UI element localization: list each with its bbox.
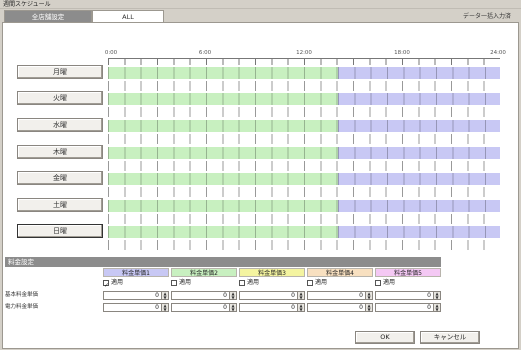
- day-button-saturday[interactable]: 土曜: [17, 198, 103, 212]
- rate-field[interactable]: 0 ▲ ▼: [375, 303, 441, 312]
- checkbox-icon: [239, 279, 245, 286]
- field-value: 0: [223, 292, 227, 299]
- schedule-bar-monday-2[interactable]: [338, 67, 500, 79]
- day-button-tuesday[interactable]: 火曜: [17, 91, 103, 105]
- grid-row: [108, 161, 500, 171]
- schedule-bar-tuesday-1[interactable]: [108, 93, 338, 105]
- tab-bar: 全店舗設定 ALL: [4, 10, 164, 22]
- rate-apply-checkbox-2[interactable]: 適用: [171, 278, 191, 287]
- field-value: 0: [291, 292, 295, 299]
- field-value: 0: [427, 292, 431, 299]
- rate-field[interactable]: 0 ▲ ▼: [375, 291, 441, 300]
- rate-apply-checkbox-1[interactable]: ✓ 適用: [103, 278, 124, 289]
- rate-field[interactable]: 0 ▲ ▼: [239, 291, 305, 300]
- ok-button[interactable]: OK: [355, 331, 415, 344]
- spin-arrows-icon[interactable]: ▲ ▼: [161, 292, 168, 299]
- checkbox-label: 適用: [179, 279, 192, 286]
- schedule-bar-thursday-1[interactable]: [108, 147, 338, 159]
- day-button-monday[interactable]: 月曜: [17, 65, 103, 79]
- rate-row-label-2: 電力料金単価: [5, 304, 39, 310]
- field-value: 0: [155, 304, 159, 311]
- grid-row: [108, 81, 500, 91]
- schedule-bar-monday-1[interactable]: [108, 67, 338, 79]
- time-ruler-labels: 0:00 6:00 12:00 18:00 24:00: [0, 50, 521, 58]
- grid-row: [108, 134, 500, 144]
- schedule-bar-sunday-1[interactable]: [108, 226, 338, 238]
- rate-column-header-5: 料金単価5: [375, 268, 441, 277]
- ruler-label: 0:00: [104, 50, 118, 56]
- rate-apply-checkbox-3[interactable]: 適用: [239, 278, 259, 287]
- grid-row: [108, 107, 500, 117]
- rate-column-header-2: 料金単価2: [171, 268, 237, 277]
- schedule-bar-tuesday-2[interactable]: [338, 93, 500, 105]
- schedule-bar-friday-1[interactable]: [108, 173, 338, 185]
- schedule-bar-saturday-2[interactable]: [338, 200, 500, 212]
- rate-field[interactable]: 0 ▲ ▼: [171, 303, 237, 312]
- schedule-bar-wednesday-2[interactable]: [338, 120, 500, 132]
- field-value: 0: [427, 304, 431, 311]
- field-value: 0: [359, 292, 363, 299]
- rate-column-header-4: 料金単価4: [307, 268, 373, 277]
- tab-all[interactable]: ALL: [92, 10, 164, 22]
- rate-column-header-1: 料金単価1: [103, 268, 169, 277]
- rate-field[interactable]: 0 ▲ ▼: [307, 291, 373, 300]
- spin-arrows-icon[interactable]: ▲ ▼: [161, 304, 168, 311]
- grid-row: [108, 187, 500, 197]
- schedule-bar-friday-2[interactable]: [338, 173, 500, 185]
- rate-field[interactable]: 0 ▲ ▼: [103, 303, 169, 312]
- spin-arrows-icon[interactable]: ▲ ▼: [433, 292, 440, 299]
- checkbox-checked-icon: ✓: [103, 279, 110, 289]
- spin-arrows-icon[interactable]: ▲ ▼: [365, 304, 372, 311]
- rate-field[interactable]: 0 ▲ ▼: [239, 303, 305, 312]
- spin-arrows-icon[interactable]: ▲ ▼: [297, 304, 304, 311]
- rate-apply-checkbox-4[interactable]: 適用: [307, 278, 327, 287]
- ruler-label: 12:00: [296, 50, 312, 56]
- rate-field[interactable]: 0 ▲ ▼: [171, 291, 237, 300]
- spin-arrows-icon[interactable]: ▲ ▼: [433, 304, 440, 311]
- day-button-friday[interactable]: 金曜: [17, 171, 103, 185]
- grid-row: [108, 240, 500, 250]
- field-value: 0: [155, 292, 159, 299]
- schedule-bar-thursday-2[interactable]: [338, 147, 500, 159]
- field-value: 0: [223, 304, 227, 311]
- checkbox-label: 適用: [247, 279, 260, 286]
- rate-row-label-1: 基本料金単価: [5, 292, 39, 298]
- window-title: 週間スケジュール: [0, 0, 521, 9]
- rate-apply-checkbox-5[interactable]: 適用: [375, 278, 395, 287]
- time-ruler: [108, 58, 500, 65]
- rates-section-title: 料金設定: [5, 257, 441, 267]
- spin-arrows-icon[interactable]: ▲ ▼: [229, 292, 236, 299]
- rate-column-header-3: 料金単価3: [239, 268, 305, 277]
- rate-field[interactable]: 0 ▲ ▼: [103, 291, 169, 300]
- ruler-label: 18:00: [394, 50, 410, 56]
- ruler-label: 6:00: [198, 50, 212, 56]
- day-button-thursday[interactable]: 木曜: [17, 145, 103, 159]
- checkbox-icon: [171, 279, 177, 286]
- checkbox-icon: [375, 279, 381, 286]
- checkbox-label: 適用: [111, 279, 124, 286]
- field-value: 0: [291, 304, 295, 311]
- cancel-button[interactable]: キャンセル: [420, 331, 480, 344]
- checkbox-label: 適用: [383, 279, 396, 286]
- schedule-bar-sunday-2[interactable]: [338, 226, 500, 238]
- checkbox-label: 適用: [315, 279, 328, 286]
- rate-field[interactable]: 0 ▲ ▼: [307, 303, 373, 312]
- spin-arrows-icon[interactable]: ▲ ▼: [297, 292, 304, 299]
- day-button-sunday[interactable]: 日曜: [17, 224, 103, 238]
- spin-arrows-icon[interactable]: ▲ ▼: [365, 292, 372, 299]
- schedule-bar-wednesday-1[interactable]: [108, 120, 338, 132]
- day-button-wednesday[interactable]: 水曜: [17, 118, 103, 132]
- header-status: データ一括入力済: [462, 13, 511, 20]
- checkbox-icon: [307, 279, 313, 286]
- ruler-label: 24:00: [490, 50, 506, 56]
- field-value: 0: [359, 304, 363, 311]
- spin-arrows-icon[interactable]: ▲ ▼: [229, 304, 236, 311]
- schedule-bar-saturday-1[interactable]: [108, 200, 338, 212]
- tab-all-stores[interactable]: 全店舗設定: [4, 10, 92, 22]
- grid-row: [108, 214, 500, 224]
